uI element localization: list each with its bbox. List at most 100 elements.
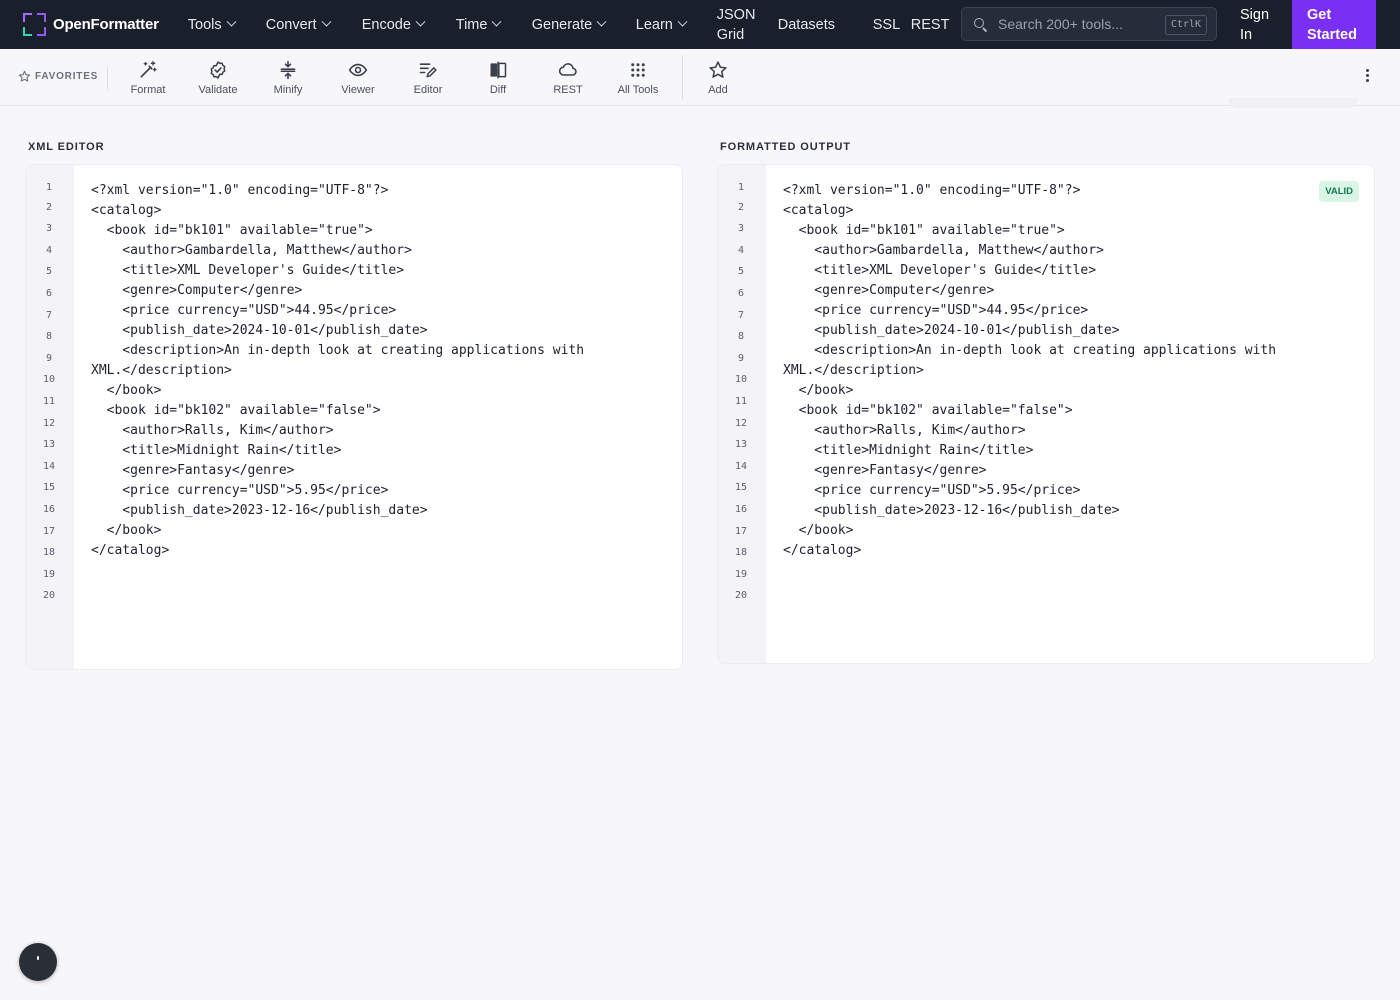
- code-line: <publish_date>2024-10-01</publish_date>: [783, 323, 1120, 338]
- search-box[interactable]: CtrlK: [961, 7, 1217, 41]
- nav-time-menu[interactable]: Time: [456, 0, 532, 49]
- nav-label: Tools: [187, 16, 222, 33]
- code-line: <book id="bk101" available="true">: [783, 223, 1065, 238]
- line-number: 8: [45, 331, 53, 342]
- code-line: </book>: [91, 383, 162, 398]
- code-line: <description>An in-depth look at creatin…: [783, 343, 1277, 358]
- star-add-icon: [709, 61, 727, 78]
- line-number: 2: [737, 202, 745, 213]
- chevron-down-icon: [596, 16, 607, 27]
- search-icon: [974, 17, 987, 31]
- line-number: 19: [734, 569, 748, 580]
- xml-editor-panel[interactable]: 1 2 3 4 5 6 7 8 9 10 11 12 13 14 15 16 17 18 19 20 <?xml ve…: [25, 164, 683, 670]
- more-options-icon[interactable]: [1362, 67, 1372, 87]
- brand-name: OpenFormatter: [53, 16, 159, 33]
- xml-editor-input[interactable]: <?xml version="1.0" encoding="UTF-8"?> <c…: [91, 181, 584, 561]
- formatted-output-panel[interactable]: 1 2 3 4 5 6 7 8 9 10 11 12 13 14 15 16 17 18 19 20 <?xml ve…: [717, 164, 1375, 664]
- favorites-toolbar: FAVORITES Format Validate Minify Viewer …: [0, 49, 1400, 106]
- line-number: 4: [45, 245, 53, 256]
- add-favorite-button[interactable]: Add: [683, 60, 753, 100]
- line-number-gutter: 1 2 3 4 5 6 7 8 9 10 11 12 13 14 15 16 17 18 19 20: [718, 165, 766, 663]
- line-number: 9: [45, 353, 53, 364]
- chevron-down-icon: [415, 16, 426, 27]
- line-number: 13: [734, 439, 748, 450]
- get-started-button[interactable]: Get Started: [1292, 0, 1376, 49]
- nav-ssl-link[interactable]: SSL: [873, 0, 911, 49]
- tool-editor-button[interactable]: Editor: [393, 60, 463, 100]
- code-line: <?xml version="1.0" encoding="UTF-8"?>: [783, 183, 1081, 198]
- code-line: </catalog>: [91, 543, 170, 558]
- code-line: <?xml version="1.0" encoding="UTF-8"?>: [91, 183, 389, 198]
- sign-in-link[interactable]: Sign In: [1240, 5, 1269, 45]
- favorites-text: FAVORITES: [35, 71, 99, 82]
- nav-label: Encode: [361, 16, 411, 33]
- nav-menu: Tools Convert Encode Time Generate Learn…: [188, 0, 951, 49]
- line-number: 5: [737, 266, 745, 277]
- line-number: 18: [42, 547, 56, 558]
- chevron-down-icon: [491, 16, 502, 27]
- chevron-down-icon: [226, 16, 237, 27]
- nav-rest-link[interactable]: REST: [911, 0, 951, 49]
- nav-tools-menu[interactable]: Tools: [188, 0, 266, 49]
- line-number: 12: [734, 418, 748, 429]
- tool-label: REST: [553, 84, 583, 96]
- keyboard-shortcut-hint: CtrlK: [1164, 15, 1207, 35]
- code-line: <author>Ralls, Kim</author>: [91, 423, 334, 438]
- compress-icon: [280, 60, 296, 80]
- tool-label: Minify: [273, 84, 303, 96]
- nav-convert-menu[interactable]: Convert: [266, 0, 362, 49]
- nav-datasets-link[interactable]: Datasets: [778, 0, 873, 49]
- tool-format-button[interactable]: Format: [113, 60, 183, 100]
- line-number: 14: [734, 461, 748, 472]
- edit-lines-icon: [419, 63, 437, 78]
- code-line: <catalog>: [91, 203, 162, 218]
- nav-encode-menu[interactable]: Encode: [362, 0, 456, 49]
- cloud-icon: [558, 63, 577, 76]
- eye-icon: [348, 63, 368, 77]
- tool-label: Diff: [489, 84, 507, 96]
- get-started-line: Get: [1307, 7, 1332, 23]
- brand-logo[interactable]: OpenFormatter: [23, 0, 159, 49]
- code-line: <publish_date>2024-10-01</publish_date>: [91, 323, 428, 338]
- valid-status-badge: VALID: [1319, 181, 1359, 202]
- line-number: 11: [734, 396, 748, 407]
- formatted-output-text[interactable]: <?xml version="1.0" encoding="UTF-8"?> <c…: [783, 181, 1276, 561]
- floating-action-button[interactable]: [19, 943, 57, 981]
- line-number: 12: [42, 418, 56, 429]
- nav-json-grid-link[interactable]: JSON Grid: [717, 0, 778, 49]
- tool-label: Editor: [413, 84, 443, 96]
- search-input[interactable]: [998, 16, 1158, 32]
- code-line: <price currency="USD">5.95</price>: [91, 483, 389, 498]
- tool-label: Viewer: [341, 84, 375, 96]
- line-number: 18: [734, 547, 748, 558]
- nav-label-line: JSON: [716, 6, 756, 23]
- tool-validate-button[interactable]: Validate: [183, 60, 253, 100]
- line-number: 11: [42, 396, 56, 407]
- line-number: 9: [737, 353, 745, 364]
- tool-diff-button[interactable]: Diff: [463, 60, 533, 100]
- code-line: </book>: [783, 523, 854, 538]
- line-number: 3: [45, 223, 53, 234]
- line-number: 19: [42, 569, 56, 580]
- top-navigation: OpenFormatter Tools Convert Encode Time …: [0, 0, 1400, 49]
- code-line: <publish_date>2023-12-16</publish_date>: [91, 503, 428, 518]
- tool-rest-button[interactable]: REST: [533, 60, 603, 100]
- grid-icon: [631, 63, 645, 77]
- line-number: 16: [734, 504, 748, 515]
- code-line: <genre>Fantasy</genre>: [91, 463, 295, 478]
- code-line: <title>Midnight Rain</title>: [783, 443, 1034, 458]
- line-number: 20: [42, 590, 56, 601]
- line-number: 13: [42, 439, 56, 450]
- code-line: <genre>Computer</genre>: [783, 283, 995, 298]
- nav-generate-menu[interactable]: Generate: [532, 0, 636, 49]
- nav-learn-menu[interactable]: Learn: [636, 0, 717, 49]
- tool-viewer-button[interactable]: Viewer: [323, 60, 393, 100]
- line-number: 6: [45, 288, 53, 299]
- tool-minify-button[interactable]: Minify: [253, 60, 323, 100]
- line-number: 14: [42, 461, 56, 472]
- tool-all-tools-button[interactable]: All Tools: [603, 60, 673, 100]
- code-line: <price currency="USD">44.95</price>: [783, 303, 1089, 318]
- nav-label-line: Grid: [716, 26, 745, 43]
- tool-label: Validate: [198, 84, 238, 96]
- line-number: 7: [737, 310, 745, 321]
